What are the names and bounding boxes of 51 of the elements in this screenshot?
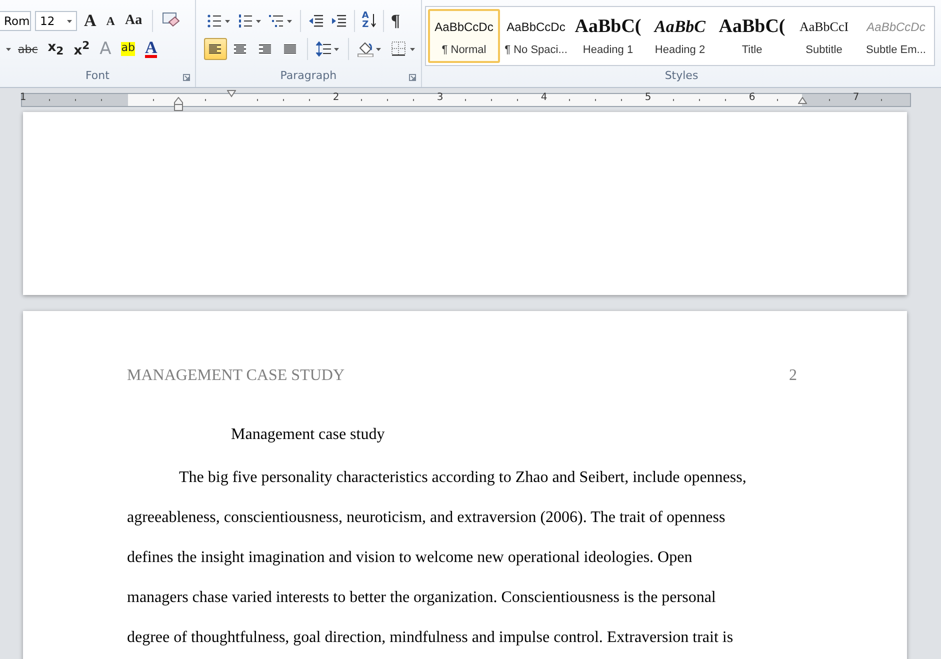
ruler-number: 3 bbox=[436, 92, 444, 103]
style-option[interactable]: AaBbC( Heading 1 bbox=[572, 9, 644, 63]
show-marks-button[interactable]: ¶ bbox=[388, 10, 404, 32]
style-option[interactable]: AaBbCcDc ¶ Normal bbox=[428, 9, 500, 63]
first-line-indent-marker-icon[interactable] bbox=[227, 90, 236, 98]
font-size-field[interactable]: 12 bbox=[35, 11, 77, 31]
right-indent-marker-icon[interactable] bbox=[798, 97, 807, 105]
style-option[interactable]: AaBbC( Title bbox=[716, 9, 788, 63]
body-text-line: The big five personality characteristics according to Zhao and Seibert, include openness, bbox=[179, 468, 746, 488]
ruler-number: 2 bbox=[332, 92, 340, 103]
change-case-button[interactable]: Aa bbox=[122, 10, 146, 32]
page-number: 2 bbox=[789, 367, 797, 385]
group-label: Font bbox=[85, 68, 110, 84]
body-text-line: agreeableness, conscientiousness, neuroticism, and extraversion (2006). The trait of openness bbox=[127, 508, 726, 528]
subscript-button[interactable]: x$_{2}$ bbox=[44, 38, 67, 60]
group-label: Paragraph bbox=[280, 68, 337, 84]
font-color-button[interactable]: A bbox=[142, 38, 160, 60]
highlight-button[interactable]: ab bbox=[118, 38, 138, 60]
grow-font-button[interactable]: A bbox=[81, 10, 100, 32]
align-justify-icon bbox=[284, 44, 297, 54]
group-label: Styles bbox=[664, 68, 698, 84]
ruler-number: 4 bbox=[540, 92, 548, 103]
superscript-button[interactable]: x$^{2}$ bbox=[70, 38, 93, 60]
dialog-launcher-icon[interactable] bbox=[182, 74, 190, 81]
align-center-icon bbox=[234, 44, 247, 54]
dialog-launcher-icon[interactable] bbox=[409, 74, 416, 81]
style-option[interactable]: AaBbCcDc Subtle Em... bbox=[860, 9, 932, 63]
decrease-indent-icon bbox=[308, 14, 324, 28]
style-option[interactable]: AaBbC Heading 2 bbox=[644, 9, 716, 63]
arrow-down-icon bbox=[370, 14, 376, 28]
align-button[interactable] bbox=[204, 38, 227, 60]
body-text-line: defines the insight imagination and vision to welcome new operational ideologies. Open bbox=[127, 548, 692, 568]
ruler-number: 5 bbox=[644, 92, 652, 103]
document-title: Management case study bbox=[231, 425, 385, 445]
align-left-icon bbox=[208, 44, 222, 54]
style-option[interactable]: AaBbCcI Subtitle bbox=[788, 9, 860, 63]
style-option[interactable]: AaBbCcDc ¶ No Spaci... bbox=[500, 9, 572, 63]
caret-icon bbox=[67, 20, 72, 22]
align-right-icon bbox=[258, 44, 272, 54]
shrink-font-button[interactable]: A bbox=[103, 10, 118, 32]
font-name-field[interactable]: Rom bbox=[0, 11, 31, 31]
page-header: MANAGEMENT CASE STUDY bbox=[127, 367, 344, 385]
body-text-line: managers chase varied interests to better the organization. Conscientiousness is the personal bbox=[127, 588, 716, 608]
ruler-number: 7 bbox=[852, 92, 860, 103]
increase-indent-icon bbox=[330, 14, 347, 28]
font-dropdown-caret-icon[interactable] bbox=[6, 48, 11, 50]
body-text-line: degree of thoughtfulness, goal direction, mindfulness and impulse control. Extraversion trait is bbox=[127, 628, 734, 648]
ruler-number: 6 bbox=[748, 92, 756, 103]
sort-button[interactable]: AZ bbox=[358, 10, 379, 32]
ruler-number: 1 bbox=[20, 92, 26, 103]
strikethrough-button[interactable]: abc bbox=[15, 38, 41, 60]
